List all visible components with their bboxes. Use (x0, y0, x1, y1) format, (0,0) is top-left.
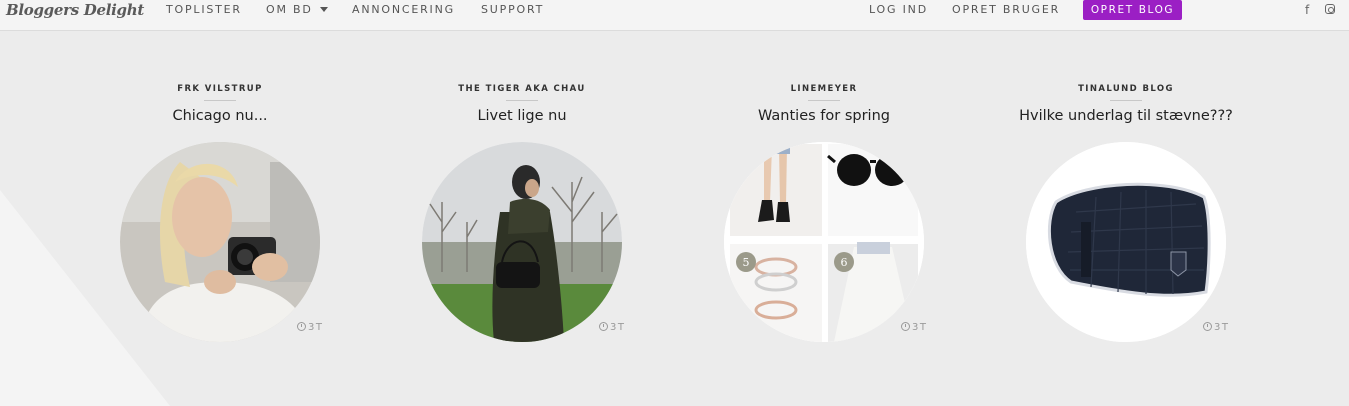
blog-name[interactable]: TINALUND BLOG (1006, 84, 1246, 94)
post-thumbnail[interactable] (422, 142, 622, 342)
post-thumbnail[interactable] (1026, 142, 1226, 342)
post-age-label: 3T (1214, 322, 1230, 333)
post-age-label: 3T (610, 322, 626, 333)
clock-icon (1203, 322, 1212, 331)
chevron-down-icon (319, 6, 328, 12)
collage-number-5: 5 (743, 256, 750, 269)
post-card: THE TIGER AKA CHAU Livet lige nu 3T (402, 84, 642, 342)
selfie-photo-image (120, 142, 320, 342)
create-blog-button[interactable]: OPRET BLOG (1083, 0, 1182, 20)
divider (204, 100, 236, 101)
nav-om-bd-label: OM BD (266, 3, 313, 16)
clock-icon (297, 322, 306, 331)
post-card: FRK VILSTRUP Chicago nu... 3T (100, 84, 340, 342)
post-title[interactable]: Wanties for spring (704, 108, 944, 124)
blog-name[interactable]: LINEMEYER (704, 84, 944, 94)
divider (506, 100, 538, 101)
post-age: 3T (297, 321, 323, 333)
post-card: TINALUND BLOG Hvilke underlag til stævne… (1006, 84, 1246, 342)
post-title[interactable]: Chicago nu... (100, 108, 340, 124)
post-title[interactable]: Livet lige nu (402, 108, 642, 124)
post-title[interactable]: Hvilke underlag til stævne??? (1006, 108, 1246, 124)
collage-number-6: 6 (841, 256, 848, 269)
site-logo[interactable]: Bloggers Delight (6, 1, 144, 19)
saddle-pad-image (1026, 142, 1226, 342)
post-card: LINEMEYER Wanties for spring 5 6 3T (704, 84, 944, 342)
post-age-label: 3T (912, 322, 928, 333)
blog-name[interactable]: FRK VILSTRUP (100, 84, 340, 94)
divider (1110, 100, 1142, 101)
post-age: 3T (1203, 321, 1229, 333)
top-navigation-bar: Bloggers Delight TOPLISTER OM BD ANNONCE… (0, 0, 1349, 31)
post-thumbnail[interactable]: 5 6 (724, 142, 924, 342)
divider (808, 100, 840, 101)
post-age: 3T (599, 321, 625, 333)
nav-annoncering[interactable]: ANNONCERING (352, 3, 455, 16)
post-age: 3T (901, 321, 927, 333)
nav-toplister[interactable]: TOPLISTER (166, 3, 242, 16)
outdoor-photo-image (422, 142, 622, 342)
login-link[interactable]: LOG IND (869, 3, 928, 16)
post-thumbnail[interactable] (120, 142, 320, 342)
blog-name[interactable]: THE TIGER AKA CHAU (402, 84, 642, 94)
post-age-label: 3T (308, 322, 324, 333)
facebook-icon[interactable]: f (1305, 3, 1309, 17)
instagram-icon[interactable] (1325, 4, 1335, 14)
clock-icon (901, 322, 910, 331)
nav-om-bd[interactable]: OM BD (266, 3, 328, 16)
nav-support[interactable]: SUPPORT (481, 3, 544, 16)
register-link[interactable]: OPRET BRUGER (952, 3, 1060, 16)
product-collage-image: 5 6 (724, 142, 924, 342)
clock-icon (599, 322, 608, 331)
